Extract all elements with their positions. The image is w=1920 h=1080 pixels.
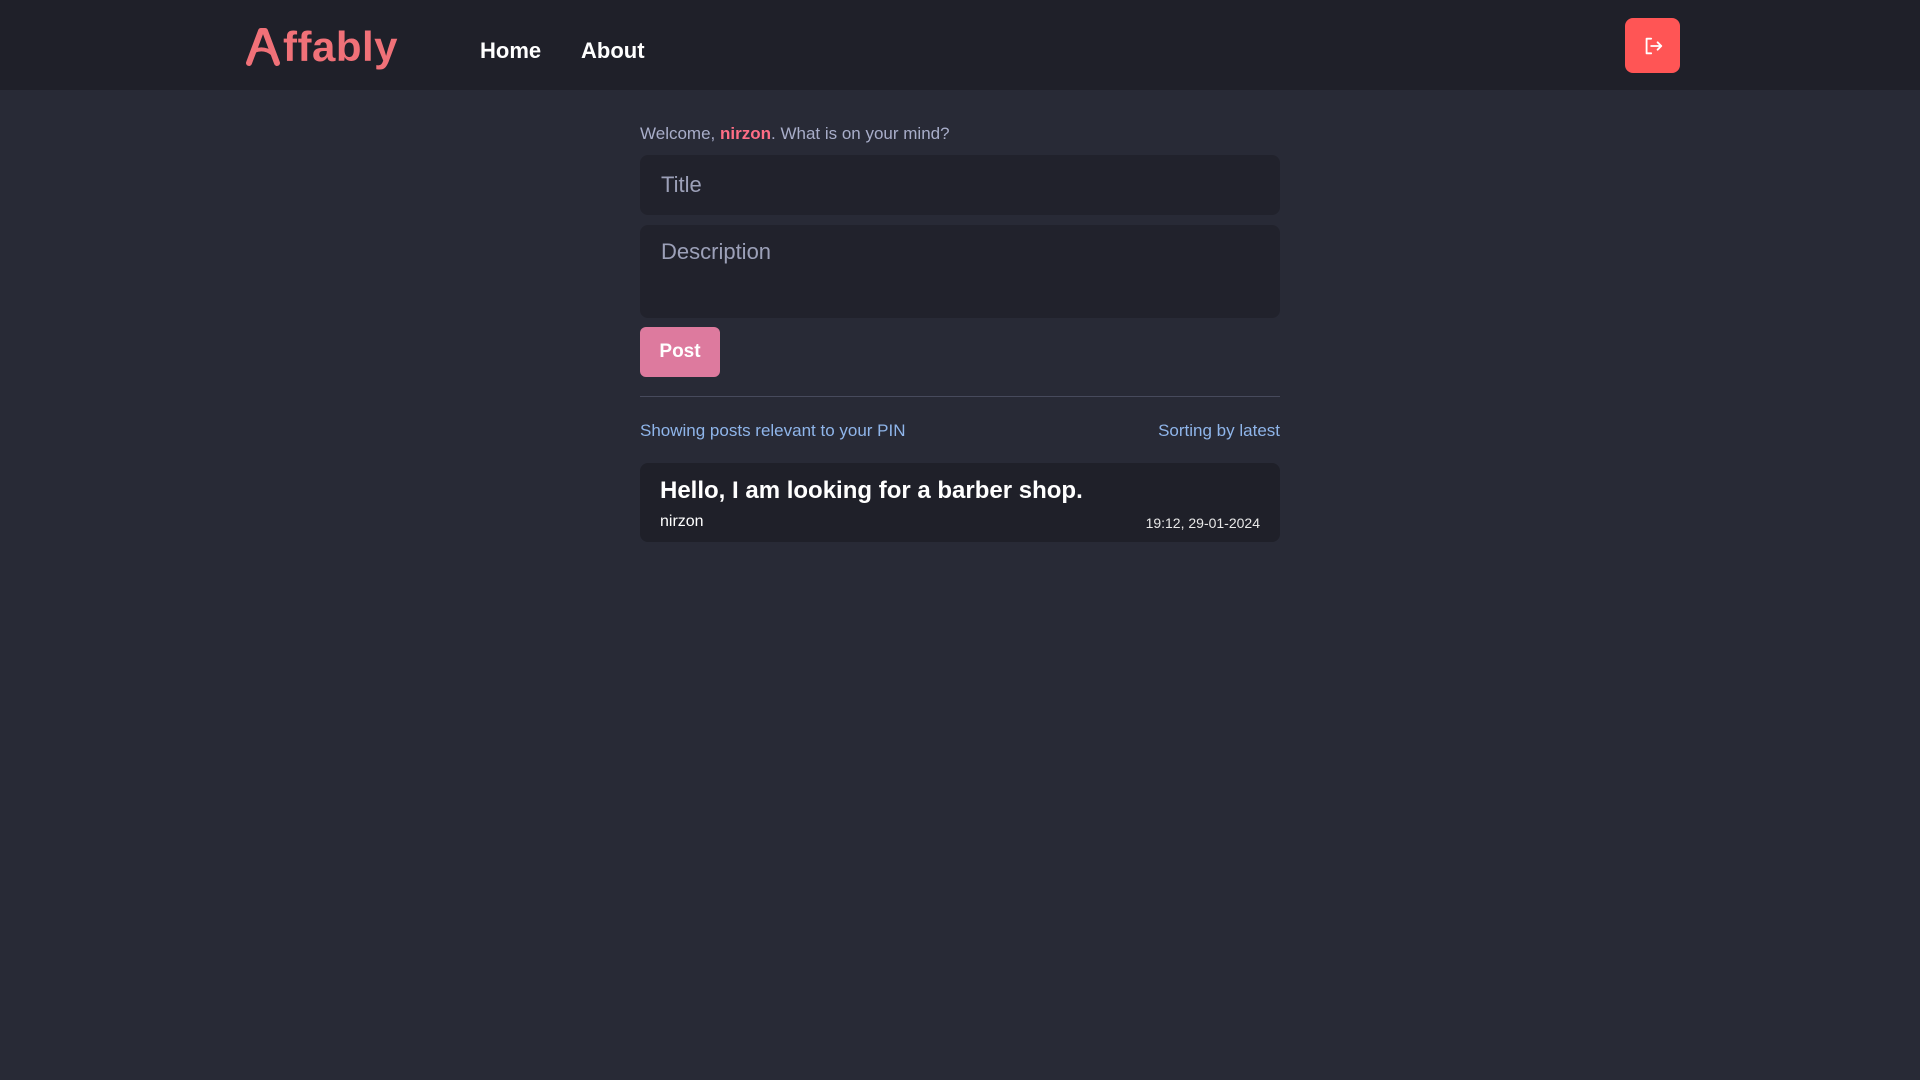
post-button[interactable]: Post (640, 327, 720, 377)
brand-logo[interactable]: ffably (245, 22, 398, 72)
welcome-message: Welcome, nirzon. What is on your mind? (640, 124, 950, 144)
post-title: Hello, I am looking for a barber shop. (660, 477, 1083, 504)
description-input[interactable] (640, 225, 1280, 318)
welcome-prefix: Welcome, (640, 124, 720, 143)
logo-a-icon (246, 28, 280, 66)
post-timestamp: 19:12, 29-01-2024 (1145, 515, 1260, 531)
nav-about-link[interactable]: About (581, 38, 645, 64)
divider (640, 396, 1280, 397)
post-card[interactable]: Hello, I am looking for a barber shop. n… (640, 463, 1280, 542)
brand-name: ffably (283, 23, 399, 70)
post-author: nirzon (660, 513, 704, 530)
welcome-suffix: . What is on your mind? (771, 124, 950, 143)
navbar: ffably Home About (0, 0, 1920, 90)
sorting-toggle[interactable]: Sorting by latest (1158, 421, 1280, 441)
welcome-username: nirzon (720, 124, 771, 143)
nav-home-link[interactable]: Home (480, 38, 541, 64)
logout-button[interactable] (1625, 18, 1680, 73)
relevance-notice: Showing posts relevant to your PIN (640, 421, 906, 440)
logout-icon (1645, 37, 1662, 54)
title-input[interactable] (640, 155, 1280, 215)
